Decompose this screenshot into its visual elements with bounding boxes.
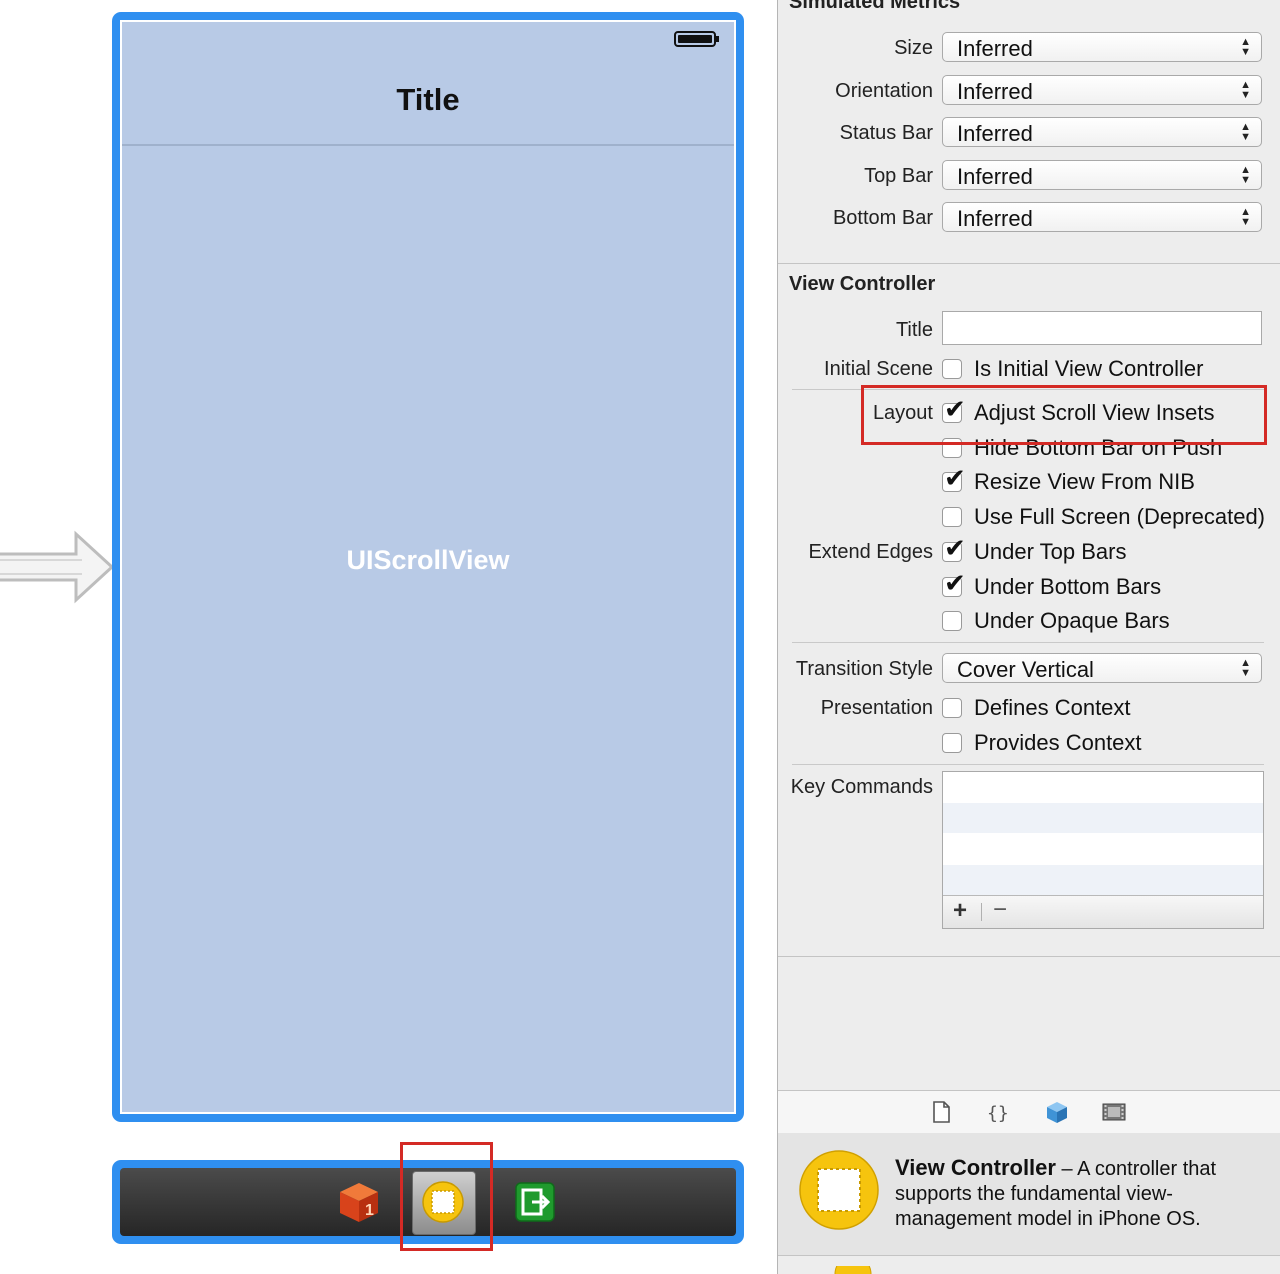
highlight-adjust-scroll-view-insets <box>861 385 1267 445</box>
highlight-view-controller-dock <box>400 1142 493 1251</box>
library-item-view-controller[interactable]: View Controller – A controller that supp… <box>778 1133 1280 1256</box>
defines-context-checkbox[interactable] <box>942 698 962 718</box>
object-cube-icon[interactable] <box>1044 1099 1070 1125</box>
defines-context-label: Defines Context <box>974 695 1131 720</box>
presentation-label: Presentation <box>820 697 933 719</box>
popup-stepper-icon: ▲ ▼ <box>1240 206 1251 228</box>
is-initial-view-controller-label: Is Initial View Controller <box>974 356 1204 381</box>
library-tab-bar: {} <box>778 1090 1280 1134</box>
resize-view-from-nib-label: Resize View From NIB <box>974 469 1195 494</box>
scroll-view-label: UIScrollView <box>346 545 510 575</box>
bottom-bar-label: Bottom Bar <box>832 207 933 229</box>
add-key-command-button[interactable]: + <box>953 897 967 925</box>
popup-stepper-icon: ▲ ▼ <box>1240 36 1251 58</box>
next-library-item-icon <box>834 1266 872 1274</box>
exit-icon[interactable] <box>512 1179 558 1225</box>
svg-text:{}: {} <box>987 1103 1009 1124</box>
code-snippet-icon[interactable]: {} <box>985 1099 1011 1125</box>
section-separator <box>778 263 1280 264</box>
under-bottom-bars-label: Under Bottom Bars <box>974 574 1162 599</box>
extend-edges-label: Extend Edges <box>808 541 933 563</box>
popup-stepper-icon: ▲ ▼ <box>1240 79 1251 101</box>
library-item-text: View Controller – A controller that supp… <box>895 1155 1265 1232</box>
scene-border: Title UIScrollView <box>120 20 736 1114</box>
row-divider <box>792 642 1264 643</box>
under-top-bars-label: Under Top Bars <box>974 539 1127 564</box>
toolbar-separator <box>981 903 982 921</box>
top-bar-label: Top Bar <box>864 165 933 187</box>
table-row[interactable] <box>943 834 1263 864</box>
under-opaque-bars-checkbox[interactable] <box>942 611 962 631</box>
top-bar-value: Inferred <box>957 164 1033 189</box>
attributes-inspector: Simulated Metrics Size Inferred ▲ ▼ Orient… <box>777 0 1280 1274</box>
row-divider <box>792 764 1264 765</box>
transition-style-value: Cover Vertical <box>957 657 1094 682</box>
view-controller-header: View Controller <box>789 273 936 295</box>
media-film-icon[interactable] <box>1101 1099 1127 1125</box>
transition-style-label: Transition Style <box>795 658 933 680</box>
bottom-bar-value: Inferred <box>957 206 1033 231</box>
under-top-bars-checkbox[interactable] <box>942 534 966 564</box>
top-bar-popup[interactable]: Inferred ▲ ▼ <box>942 160 1262 190</box>
title-text-field[interactable] <box>942 311 1262 345</box>
orientation-popup[interactable]: Inferred ▲ ▼ <box>942 75 1262 105</box>
provides-context-checkbox[interactable] <box>942 733 962 753</box>
orientation-label: Orientation <box>835 80 933 102</box>
table-row[interactable] <box>943 772 1263 802</box>
popup-stepper-icon: ▲ ▼ <box>1240 164 1251 186</box>
initial-scene-label: Initial Scene <box>824 358 933 380</box>
use-full-screen-checkbox[interactable] <box>942 507 962 527</box>
key-commands-table[interactable]: + − <box>942 771 1264 929</box>
file-template-icon[interactable] <box>928 1099 954 1125</box>
resize-view-from-nib-checkbox[interactable] <box>942 464 966 494</box>
scroll-view[interactable]: Title UIScrollView <box>122 22 734 1112</box>
first-responder-cube-icon[interactable]: 1 <box>336 1179 382 1225</box>
library-item-name: View Controller <box>895 1155 1056 1180</box>
table-row[interactable] <box>943 803 1263 833</box>
use-full-screen-label: Use Full Screen (Deprecated) <box>974 504 1266 529</box>
storyboard-canvas[interactable]: Title UIScrollView 1 <box>0 0 777 1274</box>
navigation-bar[interactable]: Title <box>122 22 734 146</box>
status-bar-value: Inferred <box>957 121 1033 146</box>
title-label: Title <box>895 319 933 341</box>
simulated-metrics-header: Simulated Metrics <box>789 0 961 13</box>
under-bottom-bars-checkbox[interactable] <box>942 569 966 599</box>
orientation-value: Inferred <box>957 79 1033 104</box>
popup-stepper-icon: ▲ ▼ <box>1240 121 1251 143</box>
is-initial-view-controller-checkbox[interactable] <box>942 359 962 379</box>
popup-stepper-icon: ▲ ▼ <box>1240 657 1251 679</box>
size-value: Inferred <box>957 36 1033 61</box>
remove-key-command-button[interactable]: − <box>993 896 1007 924</box>
under-opaque-bars-label: Under Opaque Bars <box>974 608 1170 633</box>
key-commands-toolbar: + − <box>943 895 1263 928</box>
svg-text:1: 1 <box>365 1202 374 1219</box>
view-controller-scene[interactable]: Title UIScrollView <box>112 12 744 1122</box>
transition-style-popup[interactable]: Cover Vertical ▲ ▼ <box>942 653 1262 683</box>
section-separator <box>778 956 1280 957</box>
status-bar-label: Status Bar <box>839 122 933 144</box>
provides-context-label: Provides Context <box>974 730 1142 755</box>
view-controller-icon <box>799 1150 879 1230</box>
key-commands-label: Key Commands <box>790 776 933 798</box>
navigation-title: Title <box>396 82 460 117</box>
size-label: Size <box>894 37 933 59</box>
status-bar-popup[interactable]: Inferred ▲ ▼ <box>942 117 1262 147</box>
table-row[interactable] <box>943 865 1263 895</box>
initial-scene-arrow-icon <box>0 530 115 604</box>
size-popup[interactable]: Inferred ▲ ▼ <box>942 32 1262 62</box>
bottom-bar-popup[interactable]: Inferred ▲ ▼ <box>942 202 1262 232</box>
